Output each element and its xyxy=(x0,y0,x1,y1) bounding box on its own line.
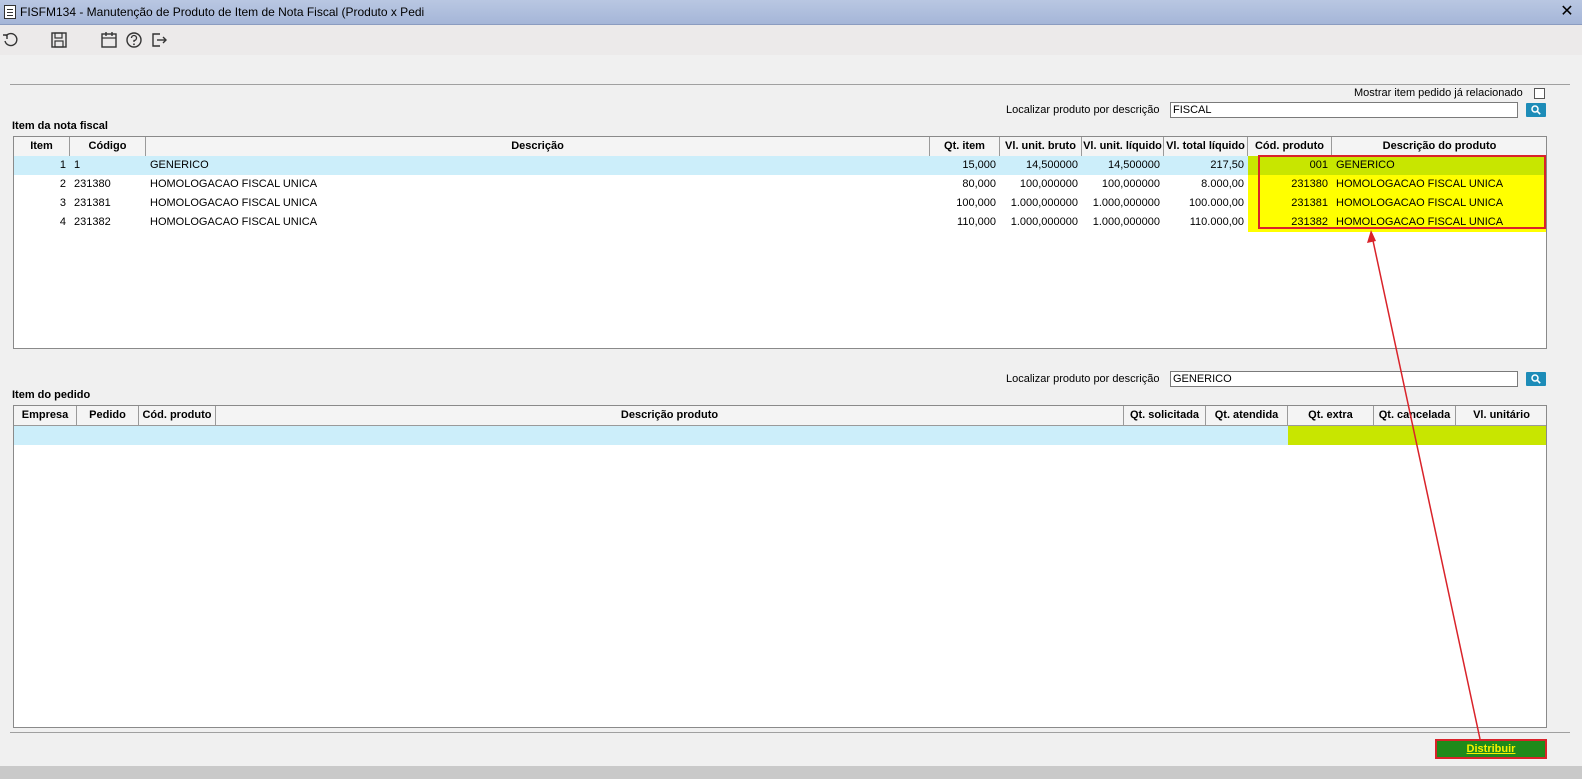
cell-codigo: 231381 xyxy=(74,197,111,209)
cell-vl-bruto: 1.000,000000 xyxy=(1010,197,1078,209)
col-qt-item[interactable]: Qt. item xyxy=(930,137,1000,156)
app-icon xyxy=(4,5,16,19)
invoice-grid-header: Item Código Descrição Qt. item Vl. unit.… xyxy=(14,137,1546,157)
cell-vl-total: 217,50 xyxy=(1210,159,1244,171)
show-related-checkbox[interactable] xyxy=(1534,88,1545,99)
cell-vl-bruto: 1.000,000000 xyxy=(1010,216,1078,228)
col-cod-produto[interactable]: Cód. produto xyxy=(1248,137,1332,156)
editable-cells-highlight[interactable] xyxy=(1288,426,1546,445)
annotation-highlight-box xyxy=(1258,155,1546,229)
invoice-items-title: Item da nota fiscal xyxy=(12,120,108,132)
order-items-grid: Empresa Pedido Cód. produto Descrição pr… xyxy=(13,405,1547,728)
col-qt-solicitada[interactable]: Qt. solicitada xyxy=(1124,406,1206,425)
order-grid-header: Empresa Pedido Cód. produto Descrição pr… xyxy=(14,406,1546,426)
cell-vl-liquido: 14,500000 xyxy=(1108,159,1160,171)
close-icon[interactable]: ✕ xyxy=(1558,3,1576,21)
cell-codigo: 1 xyxy=(74,159,81,171)
col-qt-atendida[interactable]: Qt. atendida xyxy=(1206,406,1288,425)
cell-vl-total: 8.000,00 xyxy=(1201,178,1244,190)
cell-vl-bruto: 100,000000 xyxy=(1019,178,1078,190)
col-qt-cancelada[interactable]: Qt. cancelada xyxy=(1374,406,1456,425)
exit-icon[interactable] xyxy=(150,31,168,49)
cell-descricao: HOMOLOGACAO FISCAL UNICA xyxy=(150,216,318,228)
separator xyxy=(10,84,1570,85)
cell-descricao: HOMOLOGACAO FISCAL UNICA xyxy=(150,178,318,190)
calendar-icon[interactable] xyxy=(100,31,118,49)
col-vl-total-liquido[interactable]: Vl. total líquido xyxy=(1164,137,1248,156)
col-cod-produto[interactable]: Cód. produto xyxy=(139,406,216,425)
col-descricao-produto[interactable]: Descrição produto xyxy=(216,406,1124,425)
cell-vl-liquido: 1.000,000000 xyxy=(1092,197,1160,209)
distribute-button[interactable]: Distribuir xyxy=(1435,739,1547,759)
col-qt-extra[interactable]: Qt. extra xyxy=(1288,406,1374,425)
top-search-button[interactable] xyxy=(1526,103,1546,117)
col-empresa[interactable]: Empresa xyxy=(14,406,77,425)
cell-item: 2 xyxy=(59,178,66,190)
window-title: FISFM134 - Manutenção de Produto de Item… xyxy=(20,5,425,19)
bottom-search-button[interactable] xyxy=(1526,372,1546,386)
cell-vl-bruto: 14,500000 xyxy=(1026,159,1078,171)
cell-qt-item: 100,000 xyxy=(956,197,996,209)
separator xyxy=(10,732,1570,733)
status-bar xyxy=(0,766,1582,779)
cell-descricao: HOMOLOGACAO FISCAL UNICA xyxy=(150,197,318,209)
search-icon xyxy=(1531,105,1541,115)
cell-vl-liquido: 100,000000 xyxy=(1101,178,1160,190)
col-descricao[interactable]: Descrição xyxy=(146,137,930,156)
col-pedido[interactable]: Pedido xyxy=(77,406,139,425)
bottom-search-input[interactable]: GENERICO xyxy=(1170,371,1518,387)
undo-icon[interactable] xyxy=(2,31,20,49)
col-vl-unitario[interactable]: Vl. unitário xyxy=(1456,406,1546,425)
col-vl-unit-bruto[interactable]: Vl. unit. bruto xyxy=(1000,137,1082,156)
col-codigo[interactable]: Código xyxy=(70,137,146,156)
cell-qt-item: 80,000 xyxy=(962,178,996,190)
col-item[interactable]: Item xyxy=(14,137,70,156)
order-items-title: Item do pedido xyxy=(12,389,91,401)
top-search-input[interactable]: FISCAL xyxy=(1170,102,1518,118)
cell-item: 1 xyxy=(59,159,66,171)
cell-descricao: GENERICO xyxy=(150,159,209,171)
cell-item: 3 xyxy=(59,197,66,209)
help-icon[interactable] xyxy=(125,31,143,49)
cell-codigo: 231380 xyxy=(74,178,111,190)
top-search-label: Localizar produto por descrição xyxy=(1006,104,1160,116)
cell-vl-total: 100.000,00 xyxy=(1188,197,1244,209)
cell-qt-item: 15,000 xyxy=(962,159,996,171)
cell-vl-total: 110.000,00 xyxy=(1189,216,1244,228)
search-icon xyxy=(1531,374,1541,384)
show-related-label: Mostrar item pedido já relacionado xyxy=(1354,87,1523,99)
save-icon[interactable] xyxy=(50,31,68,49)
col-descricao-produto[interactable]: Descrição do produto xyxy=(1332,137,1546,156)
title-bar: FISFM134 - Manutenção de Produto de Item… xyxy=(0,0,1582,25)
cell-qt-item: 110,000 xyxy=(957,216,996,228)
cell-vl-liquido: 1.000,000000 xyxy=(1092,216,1160,228)
cell-codigo: 231382 xyxy=(74,216,111,228)
table-row[interactable] xyxy=(14,426,1546,445)
toolbar xyxy=(0,25,1582,55)
bottom-search-label: Localizar produto por descrição xyxy=(1006,373,1160,385)
cell-item: 4 xyxy=(59,216,66,228)
col-vl-unit-liquido[interactable]: Vl. unit. líquido xyxy=(1082,137,1164,156)
